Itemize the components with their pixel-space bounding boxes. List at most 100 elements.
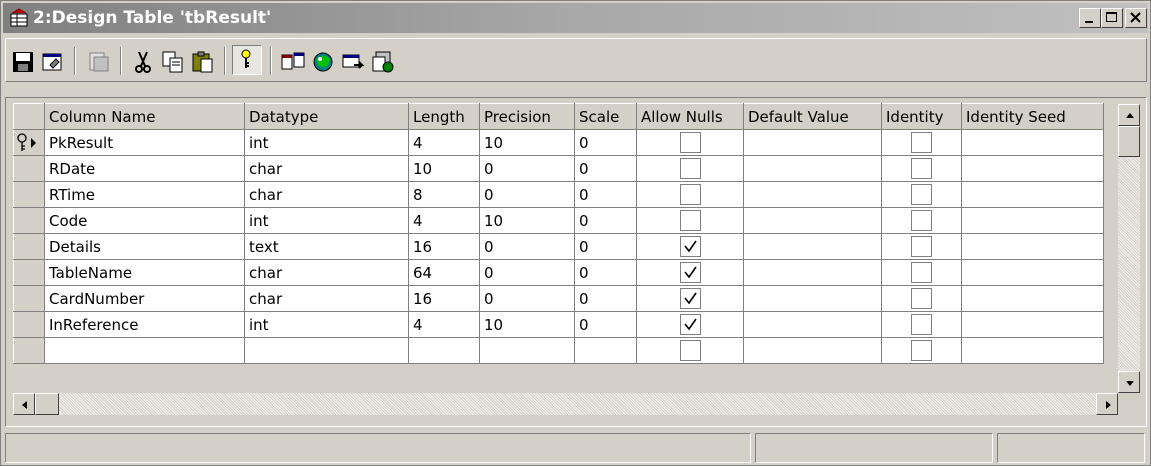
scale-cell[interactable]: 0: [574, 129, 637, 156]
allow-nulls-cell[interactable]: [636, 285, 744, 312]
scale-cell[interactable]: 0: [574, 155, 637, 182]
datatype-cell[interactable]: char: [244, 285, 409, 312]
scroll-left-button[interactable]: [13, 393, 35, 415]
table-row[interactable]: RDate char 10 0 0: [13, 155, 1104, 182]
scale-cell[interactable]: 0: [574, 311, 637, 338]
datatype-cell[interactable]: char: [244, 181, 409, 208]
scroll-right-button[interactable]: [1096, 393, 1118, 415]
length-cell[interactable]: 16: [408, 233, 480, 260]
identity-checkbox[interactable]: [911, 288, 932, 309]
scroll-thumb[interactable]: [1118, 126, 1140, 157]
paste-button[interactable]: [190, 49, 216, 75]
row-selector[interactable]: [13, 285, 45, 312]
identity-checkbox[interactable]: [911, 210, 932, 231]
properties-button[interactable]: [40, 49, 66, 75]
manage-constraints-button[interactable]: [340, 49, 366, 75]
column-name-cell[interactable]: Details: [44, 233, 245, 260]
vertical-scrollbar[interactable]: [1118, 104, 1140, 393]
identity-checkbox[interactable]: [911, 132, 932, 153]
identity-seed-cell[interactable]: [961, 233, 1104, 260]
identity-cell[interactable]: [881, 155, 962, 182]
column-name-cell[interactable]: RTime: [44, 181, 245, 208]
length-cell[interactable]: 10: [408, 155, 480, 182]
table-row[interactable]: [13, 337, 1104, 364]
datatype-cell[interactable]: char: [244, 155, 409, 182]
row-selector[interactable]: [13, 181, 45, 208]
scale-cell[interactable]: 0: [574, 233, 637, 260]
identity-seed-cell[interactable]: [961, 181, 1104, 208]
length-cell[interactable]: 4: [408, 207, 480, 234]
column-header[interactable]: Datatype: [244, 103, 409, 130]
table-row[interactable]: Details text 16 0 0: [13, 233, 1104, 260]
allow-nulls-checkbox[interactable]: [679, 288, 701, 309]
identity-checkbox[interactable]: [911, 236, 932, 257]
identity-seed-cell[interactable]: [961, 285, 1104, 312]
length-cell[interactable]: 4: [408, 129, 480, 156]
default-value-cell[interactable]: [743, 129, 882, 156]
precision-cell[interactable]: 10: [479, 311, 575, 338]
length-cell[interactable]: 16: [408, 285, 480, 312]
allow-nulls-cell[interactable]: [636, 181, 744, 208]
identity-checkbox[interactable]: [911, 340, 932, 361]
precision-cell[interactable]: 0: [479, 181, 575, 208]
identity-seed-cell[interactable]: [961, 129, 1104, 156]
column-header[interactable]: Identity: [881, 103, 962, 130]
row-selector[interactable]: [13, 129, 45, 156]
datatype-cell[interactable]: char: [244, 259, 409, 286]
datatype-cell[interactable]: [244, 337, 409, 364]
identity-seed-cell[interactable]: [961, 311, 1104, 338]
identity-cell[interactable]: [881, 311, 962, 338]
precision-cell[interactable]: [479, 337, 575, 364]
precision-cell[interactable]: 10: [479, 129, 575, 156]
default-value-cell[interactable]: [743, 155, 882, 182]
column-name-cell[interactable]: PkResult: [44, 129, 245, 156]
allow-nulls-cell[interactable]: [636, 129, 744, 156]
generate-script-button[interactable]: [86, 49, 112, 75]
allow-nulls-checkbox[interactable]: [679, 236, 701, 257]
scale-cell[interactable]: 0: [574, 181, 637, 208]
identity-seed-cell[interactable]: [961, 155, 1104, 182]
allow-nulls-checkbox[interactable]: [679, 262, 701, 283]
datatype-cell[interactable]: int: [244, 207, 409, 234]
scale-cell[interactable]: 0: [574, 285, 637, 312]
identity-seed-cell[interactable]: [961, 259, 1104, 286]
column-name-cell[interactable]: CardNumber: [44, 285, 245, 312]
length-cell[interactable]: 4: [408, 311, 480, 338]
default-value-cell[interactable]: [743, 337, 882, 364]
row-selector[interactable]: [13, 233, 45, 260]
column-name-cell[interactable]: InReference: [44, 311, 245, 338]
table-row[interactable]: PkResult int 4 10 0: [13, 129, 1104, 156]
datatype-cell[interactable]: int: [244, 311, 409, 338]
scroll-up-button[interactable]: [1118, 104, 1140, 126]
manage-indexes-button[interactable]: [310, 49, 336, 75]
column-name-cell[interactable]: RDate: [44, 155, 245, 182]
column-name-cell[interactable]: [44, 337, 245, 364]
row-selector[interactable]: [13, 207, 45, 234]
scroll-down-button[interactable]: [1118, 371, 1140, 393]
horizontal-scroll-thumb[interactable]: [35, 393, 59, 415]
datatype-cell[interactable]: text: [244, 233, 409, 260]
identity-checkbox[interactable]: [911, 158, 932, 179]
save-button[interactable]: [10, 49, 36, 75]
length-cell[interactable]: [408, 337, 480, 364]
column-name-cell[interactable]: Code: [44, 207, 245, 234]
identity-cell[interactable]: [881, 233, 962, 260]
default-value-cell[interactable]: [743, 259, 882, 286]
primary-key-button[interactable]: [232, 45, 262, 75]
allow-nulls-checkbox[interactable]: [679, 184, 701, 205]
identity-seed-cell[interactable]: [961, 337, 1104, 364]
default-value-cell[interactable]: [743, 285, 882, 312]
allow-nulls-checkbox[interactable]: [679, 314, 701, 335]
column-header[interactable]: Column Name: [44, 103, 245, 130]
precision-cell[interactable]: 0: [479, 155, 575, 182]
default-value-cell[interactable]: [743, 233, 882, 260]
allow-nulls-checkbox[interactable]: [679, 158, 701, 179]
allow-nulls-cell[interactable]: [636, 207, 744, 234]
column-header[interactable]: Length: [408, 103, 480, 130]
column-header[interactable]: Default Value: [743, 103, 882, 130]
column-name-cell[interactable]: TableName: [44, 259, 245, 286]
table-row[interactable]: RTime char 8 0 0: [13, 181, 1104, 208]
column-header[interactable]: Identity Seed: [961, 103, 1104, 130]
title-bar[interactable]: 2:Design Table 'tbResult': [3, 3, 1148, 33]
allow-nulls-cell[interactable]: [636, 259, 744, 286]
